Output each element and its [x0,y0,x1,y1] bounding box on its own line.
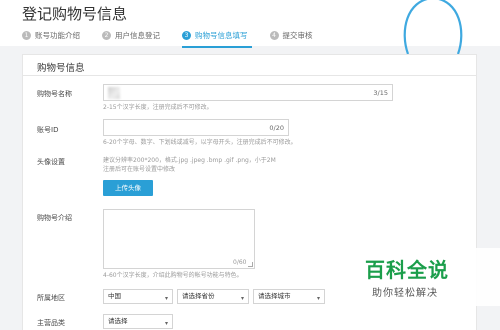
avatar-hint-2: 注册后可在账号设置中修改 [103,166,176,173]
account-id-label: 账号ID [37,126,59,134]
category-select[interactable]: 请选择 ▾ [103,314,173,329]
country-select[interactable]: 中国 ▾ [103,289,173,304]
chevron-down-icon: ▾ [316,295,320,302]
province-value: 请选择省份 [182,292,215,300]
name-input[interactable]: 3/15 [103,84,393,101]
watermark-title: 百科全说 [365,258,449,282]
page-header: 登记购物号信息 1 账号功能介绍 2 用户信息登记 3 购物号信息填写 4 提交… [0,0,500,54]
blurred-name-value [108,87,120,99]
step-label: 用户信息登记 [115,31,160,40]
step-number: 4 [269,31,279,40]
category-label: 主营品类 [37,319,65,327]
avatar-label: 头像设置 [37,158,65,166]
avatar-hint-1: 建议分辨率200*200，格式.jpg .jpeg .bmp .gif .png… [103,157,276,164]
step-label: 购物号信息填写 [195,31,248,40]
category-value: 请选择 [108,317,128,325]
step-number: 1 [22,31,31,40]
account-id-counter: 0/20 [269,124,284,132]
country-value: 中国 [108,292,121,300]
section-title: 购物号信息 [37,63,85,74]
chevron-down-icon: ▾ [164,295,168,302]
step-number: 3 [182,31,191,40]
step-1: 1 账号功能介绍 [22,30,80,41]
region-label: 所属地区 [37,294,65,302]
intro-hint: 4-60个汉字长度，介绍此购物号的帐号功能与特色。 [103,272,243,279]
watermark-subtitle: 助你轻松解决 [372,288,438,299]
account-id-input[interactable]: 0/20 [103,119,289,136]
step-2: 2 用户信息登记 [102,30,160,41]
step-3: 3 购物号信息填写 [182,30,251,48]
name-hint: 2-15个汉字长度，注册完成后不可修改。 [103,104,213,111]
city-select[interactable]: 请选择城市 ▾ [253,289,325,304]
name-counter: 3/15 [373,89,388,97]
province-select[interactable]: 请选择省份 ▾ [177,289,249,304]
chevron-down-icon: ▾ [240,295,244,302]
step-label: 提交审核 [282,31,313,40]
name-label: 购物号名称 [37,90,72,98]
intro-label: 购物号介绍 [37,214,72,222]
city-value: 请选择城市 [258,292,291,300]
step-progress: 1 账号功能介绍 2 用户信息登记 3 购物号信息填写 4 提交审核 [22,30,335,48]
page-title: 登记购物号信息 [22,5,128,23]
step-label: 账号功能介绍 [35,31,80,40]
section-divider [23,75,476,76]
intro-counter: 0/60 [233,259,247,266]
resize-handle[interactable] [248,262,253,267]
account-id-hint: 6-20个字母、数字、下划线或减号，以字母开头，注册完成后不可修改。 [103,139,297,146]
upload-avatar-button[interactable]: 上传头像 [103,180,153,196]
step-4: 4 提交审核 [269,30,313,41]
qq-penguin-icon [403,0,463,54]
step-number: 2 [102,31,111,40]
chevron-down-icon: ▾ [164,320,168,327]
